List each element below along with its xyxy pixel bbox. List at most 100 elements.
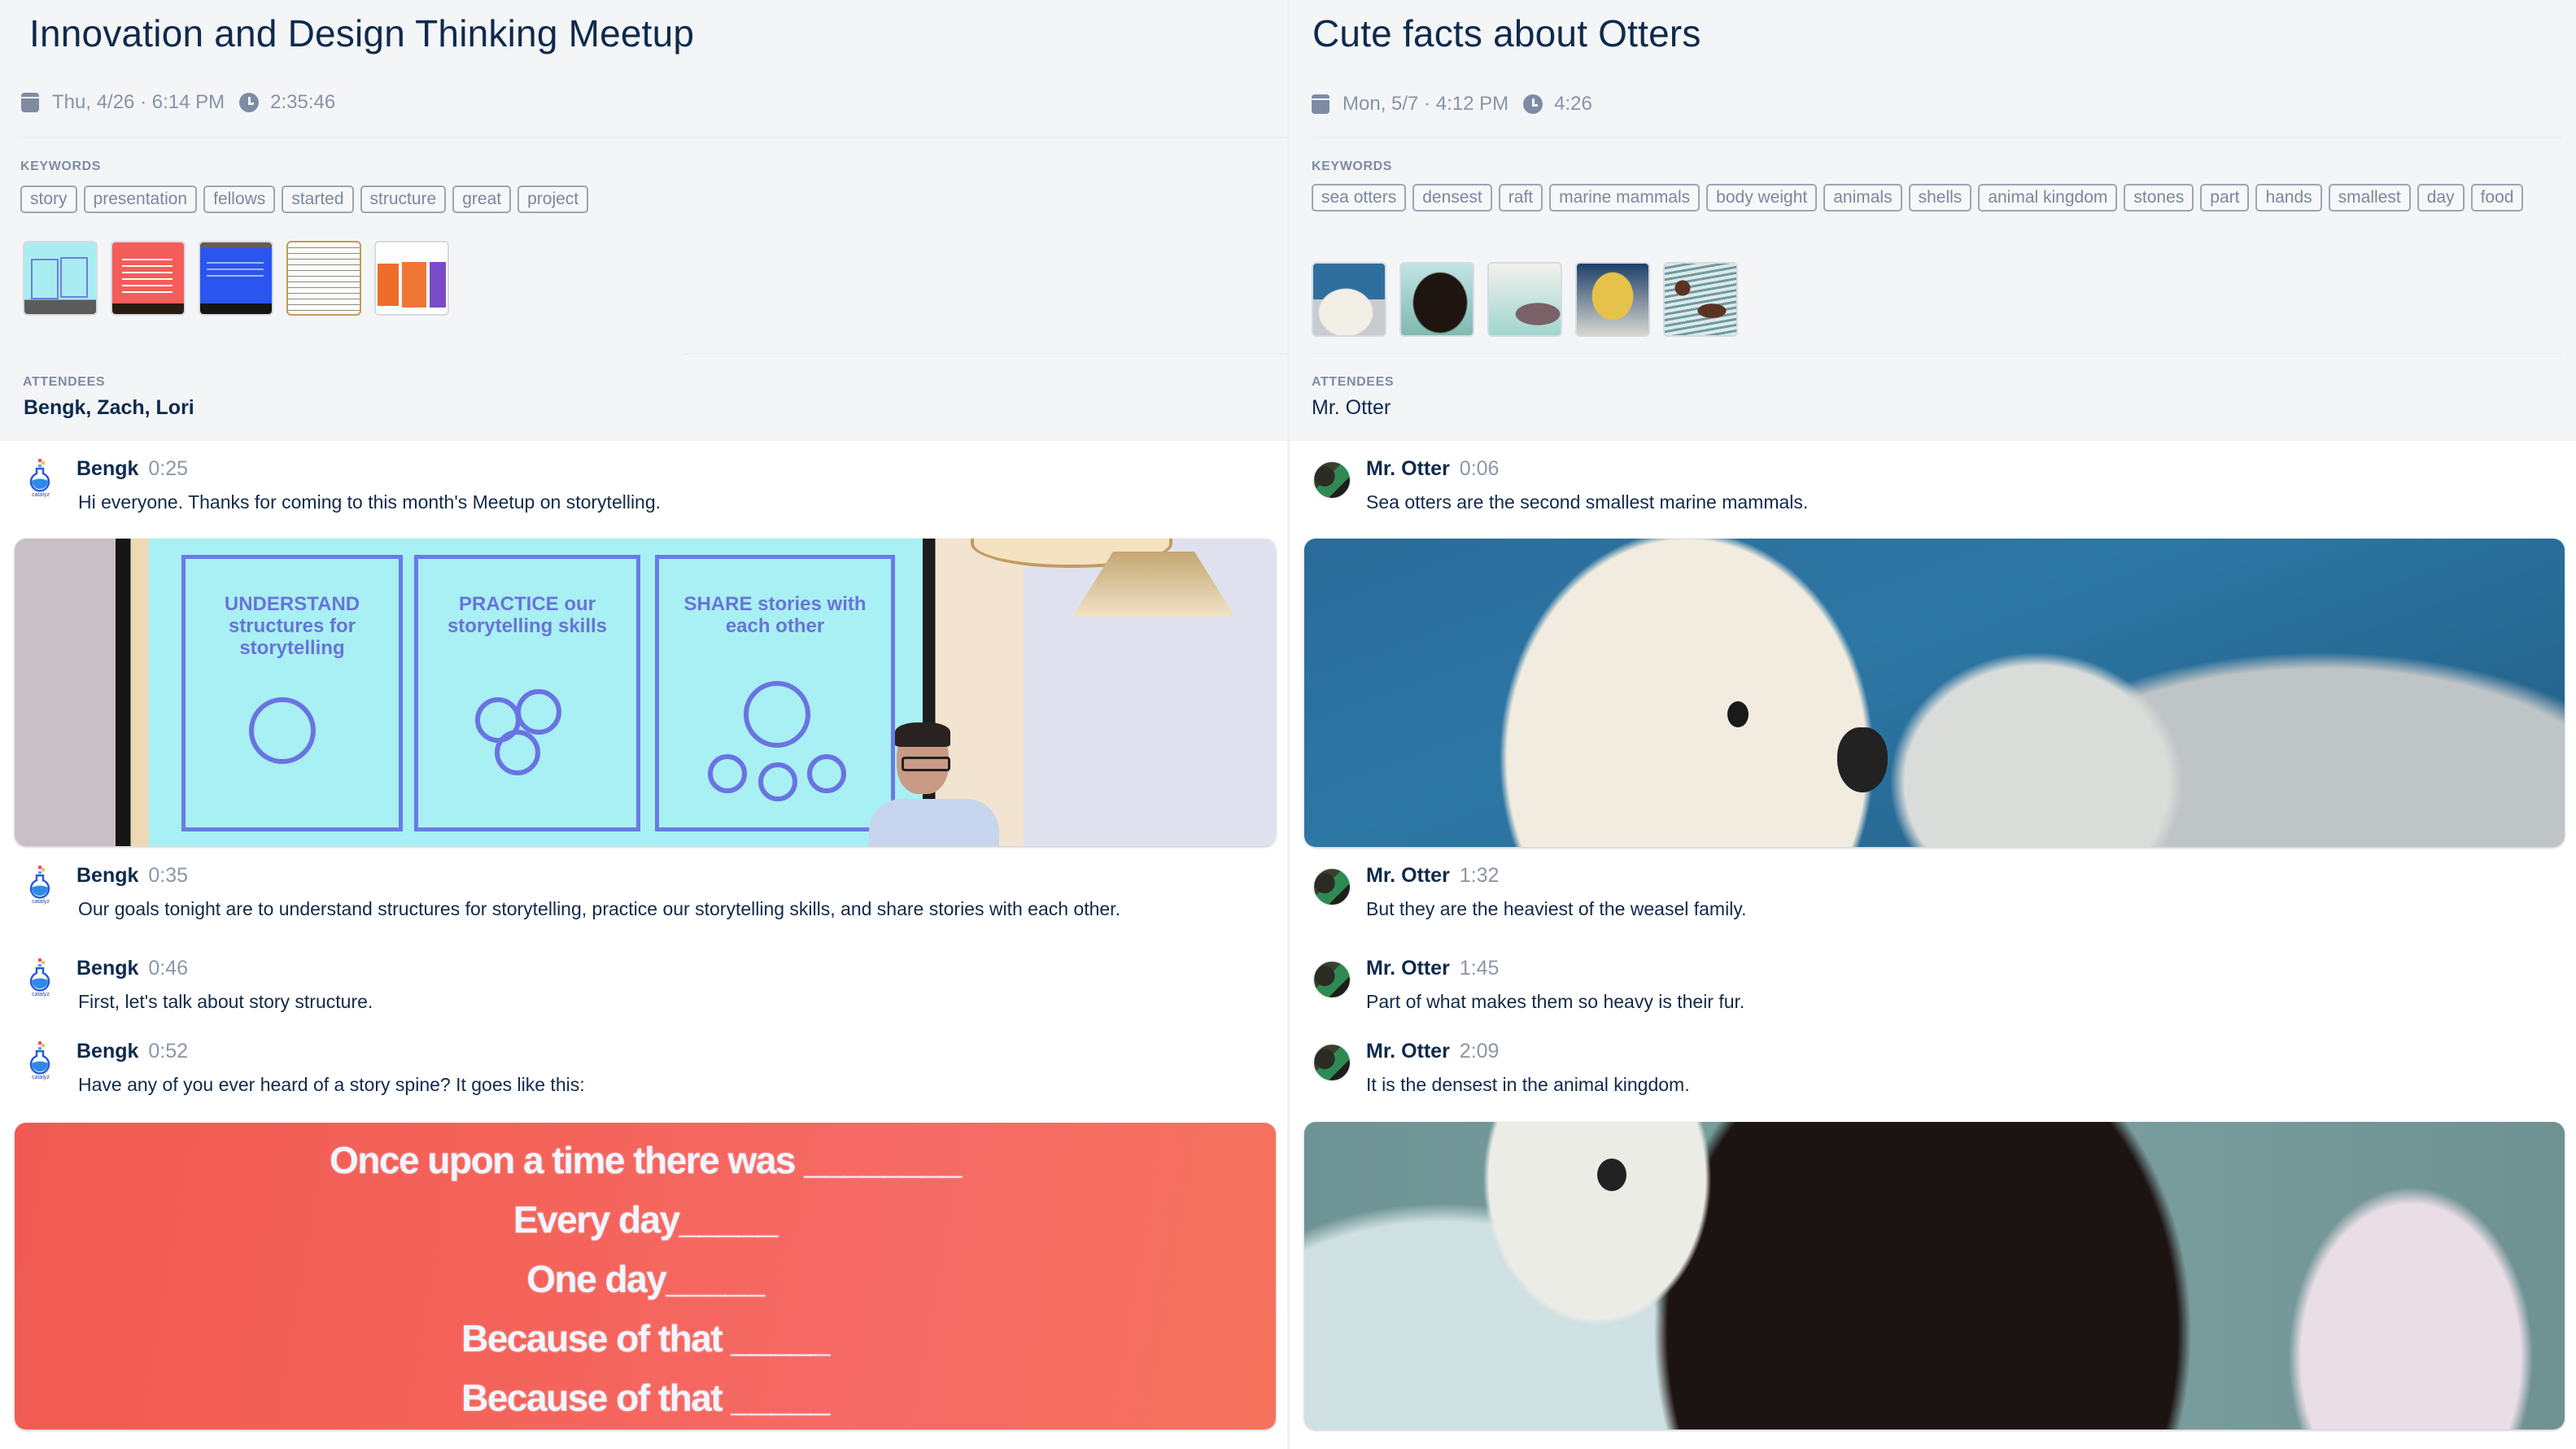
presenter-figure <box>869 722 999 846</box>
message-text: Sea otters are the second smallest marin… <box>1366 491 1809 513</box>
keyword-chip[interactable]: started <box>282 185 354 213</box>
message-timestamp[interactable]: 2:09 <box>1460 1040 1500 1063</box>
keyword-chip[interactable]: animal kingdom <box>1978 184 2118 212</box>
message-text: It is the densest in the animal kingdom. <box>1366 1074 1690 1095</box>
attendees-label: ATTENDEES <box>1312 375 1395 389</box>
thumbnail-slide-goals[interactable] <box>23 241 98 316</box>
thumbnail-strip <box>23 241 449 316</box>
meeting-panel-otters: Cute facts about Otters Mon, 5/7 · 4:12 … <box>1290 0 2576 1449</box>
person-icon <box>708 754 747 793</box>
thumbnail-warmup-slide[interactable] <box>199 241 273 316</box>
keyword-chip[interactable]: animals <box>1823 184 1902 212</box>
speaker-name: Mr. Otter 1:32 <box>1366 864 1500 887</box>
story-spine-line: Once upon a time there was ________ <box>330 1139 962 1181</box>
attendees-list: Mr. Otter <box>1312 396 1391 419</box>
clock-icon <box>1523 94 1543 114</box>
speaker-name: Mr. Otter 2:09 <box>1366 1040 1500 1063</box>
keyword-chip[interactable]: fellows <box>203 185 276 213</box>
speaker-name: Bengk 0:25 <box>76 457 189 480</box>
thumbnail-otter-floating[interactable] <box>1487 262 1562 337</box>
story-spine-text: Once upon a time there was ________ Ever… <box>15 1131 1276 1428</box>
keyword-chip[interactable]: food <box>2470 184 2524 212</box>
thumbnail-otter-yawning[interactable] <box>1575 262 1650 337</box>
thumbnail-story-spine[interactable] <box>111 241 186 316</box>
otter-photo-on-rocks[interactable] <box>1304 1122 2565 1429</box>
transcript-message[interactable]: catalyz Bengk 0:25 Hi everyone. Thanks fo… <box>0 457 1287 530</box>
transcript-message[interactable]: Mr. Otter 1:32 But they are the heaviest … <box>1290 864 2576 937</box>
message-timestamp[interactable]: 0:52 <box>148 1040 188 1063</box>
keyword-chip[interactable]: project <box>517 185 589 213</box>
keyword-chip[interactable]: part <box>2200 184 2250 212</box>
keyword-chip[interactable]: sea otters <box>1312 184 1407 212</box>
meeting-meta: Mon, 5/7 · 4:12 PM 4:26 <box>1312 91 1592 117</box>
story-spine-line: Every day_____ <box>513 1198 779 1241</box>
keyword-chip[interactable]: densest <box>1412 184 1492 212</box>
transcript-message[interactable]: catalyz Bengk 0:52 Have any of you ever h… <box>0 1040 1287 1113</box>
keyword-chip[interactable]: presentation <box>83 185 198 213</box>
keyword-chip[interactable]: day <box>2417 184 2465 212</box>
otter-nose <box>1837 727 1888 792</box>
keywords-list: story presentation fellows started struc… <box>20 185 589 213</box>
person-icon <box>807 754 846 793</box>
message-timestamp[interactable]: 0:25 <box>148 457 188 480</box>
keywords-label: KEYWORDS <box>1312 159 1393 173</box>
calendar-icon <box>1312 94 1329 114</box>
svg-text:catalyz: catalyz <box>32 1075 50 1080</box>
clock-icon <box>239 93 260 112</box>
transcript-message[interactable]: Mr. Otter 0:06 Sea otters are the second … <box>1290 457 2576 530</box>
keyword-chip[interactable]: raft <box>1498 184 1543 212</box>
svg-text:catalyz: catalyz <box>32 492 50 498</box>
message-timestamp[interactable]: 0:06 <box>1460 457 1500 480</box>
slide-photo-story-spine[interactable]: Once upon a time there was ________ Ever… <box>15 1123 1276 1429</box>
goal-box-understand: UNDERSTAND structures for storytelling <box>181 555 403 831</box>
message-timestamp[interactable]: 1:32 <box>1460 864 1500 887</box>
speaker-name: Bengk 0:52 <box>76 1040 189 1063</box>
message-timestamp[interactable]: 0:46 <box>148 957 188 980</box>
story-spine-line: Because of that _____ <box>461 1317 830 1360</box>
thumbnail-otter-white[interactable] <box>1312 262 1386 337</box>
message-timestamp[interactable]: 0:35 <box>148 864 188 887</box>
divider <box>21 137 1287 138</box>
keyword-chip[interactable]: hands <box>2255 184 2322 212</box>
meeting-header: Innovation and Design Thinking Meetup Th… <box>0 0 1287 441</box>
otter-photo-white[interactable] <box>1304 539 2565 847</box>
thumbnail-otter-dark[interactable] <box>1399 262 1474 337</box>
mr-otter-avatar <box>1312 960 1351 999</box>
meeting-panel-innovation: Innovation and Design Thinking Meetup Th… <box>0 0 1287 1449</box>
message-timestamp[interactable]: 1:45 <box>1460 957 1500 980</box>
keyword-chip[interactable]: stones <box>2124 184 2194 212</box>
speaker-name: Mr. Otter 0:06 <box>1366 457 1500 480</box>
transcript-message[interactable]: catalyz Bengk 0:35 Our goals tonight are … <box>0 864 1287 937</box>
svg-text:catalyz: catalyz <box>32 992 50 997</box>
calendar-icon <box>21 93 39 112</box>
meeting-title: Innovation and Design Thinking Meetup <box>29 12 695 55</box>
message-text: Part of what makes them so heavy is thei… <box>1366 991 1745 1012</box>
keyword-chip[interactable]: structure <box>360 185 447 213</box>
keyword-chip[interactable]: marine mammals <box>1549 184 1701 212</box>
keyword-chip[interactable]: smallest <box>2328 184 2411 212</box>
transcript-message[interactable]: catalyz Bengk 0:46 First, let's talk abou… <box>0 957 1287 1030</box>
keyword-chip[interactable]: shells <box>1908 184 1972 212</box>
divider <box>1312 137 2561 138</box>
message-text: Our goals tonight are to understand stru… <box>78 898 1120 919</box>
catalyz-logo-avatar: catalyz <box>23 866 59 905</box>
thumbnail-otters-water[interactable] <box>1663 262 1738 337</box>
divider <box>683 353 1287 355</box>
thumbnail-resources[interactable] <box>374 241 449 316</box>
keyword-chip[interactable]: body weight <box>1706 184 1818 212</box>
svg-text:catalyz: catalyz <box>32 899 50 905</box>
thumbnail-strip <box>1312 262 1738 337</box>
slide-photo-storytelling-goals[interactable]: UNDERSTAND structures for storytelling P… <box>15 539 1276 846</box>
catalyz-logo-avatar: catalyz <box>23 459 59 498</box>
catalyz-logo-avatar: catalyz <box>23 958 59 997</box>
speaker-name: Bengk 0:35 <box>76 864 189 887</box>
bubble-icon <box>516 689 561 735</box>
transcript-message[interactable]: Mr. Otter 2:09 It is the densest in the a… <box>1290 1040 2576 1113</box>
thumbnail-handwritten-page[interactable] <box>286 241 361 316</box>
bubble-icon <box>495 730 540 775</box>
transcript-message[interactable]: Mr. Otter 1:45 Part of what makes them so… <box>1290 957 2576 1030</box>
keyword-chip[interactable]: story <box>20 185 77 213</box>
keyword-chip[interactable]: great <box>452 185 512 213</box>
attendees-label: ATTENDEES <box>23 375 106 389</box>
attendees-list: Bengk, Zach, Lori <box>24 396 194 419</box>
